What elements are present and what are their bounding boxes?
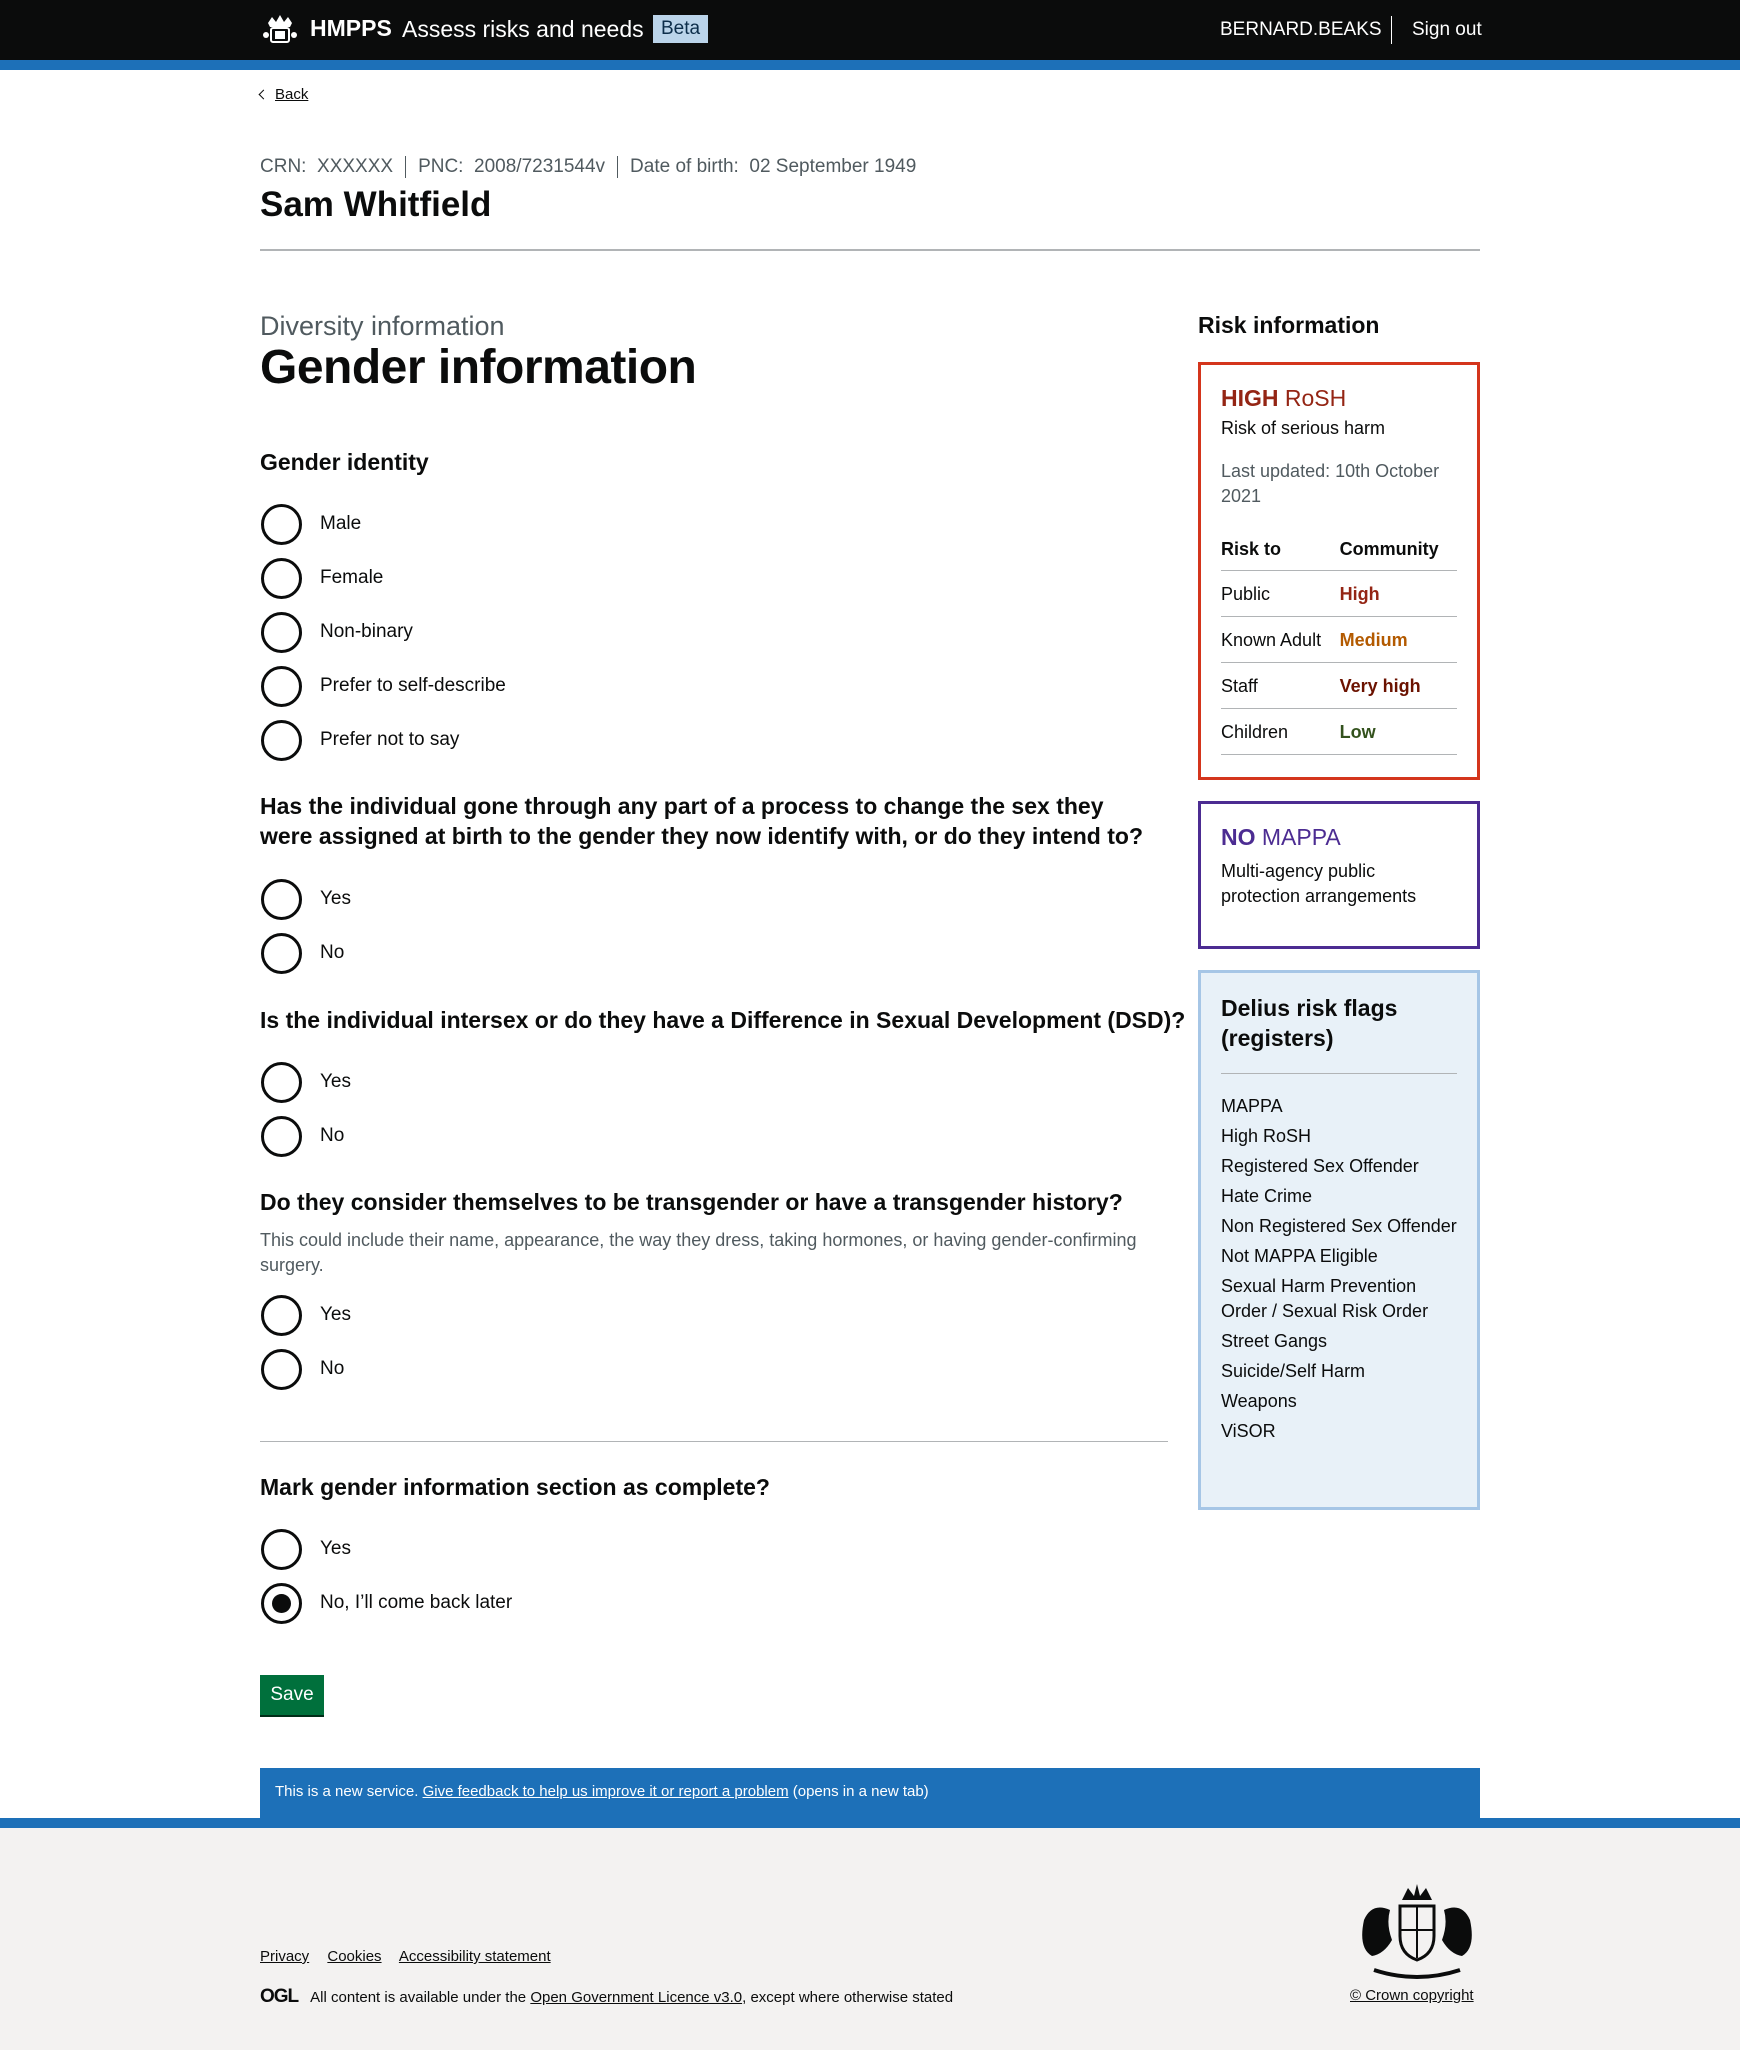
table-row: Staff Very high: [1221, 662, 1457, 709]
pnc: PNC: 2008/7231544v: [418, 156, 619, 178]
username: BERNARD.BEAKS: [1220, 19, 1382, 40]
list-item: Street Gangs: [1221, 1331, 1328, 1351]
licence-text: OGL All content is available under the O…: [260, 1986, 954, 2007]
radio-process-yes[interactable]: Yes: [261, 878, 351, 920]
radio-circle[interactable]: [261, 557, 302, 599]
phase-tag: Beta: [653, 15, 709, 43]
rosh-table: Risk to Community Public High Known Adult…: [1221, 527, 1457, 755]
footer-link-privacy[interactable]: Privacy: [260, 1948, 309, 1965]
radio-circle[interactable]: [261, 878, 302, 920]
copyright-link[interactable]: © Crown copyright: [1350, 1987, 1474, 2004]
radio-intersex-no[interactable]: No: [261, 1115, 344, 1157]
radio-circle[interactable]: [261, 932, 302, 974]
question-transgender-hint: This could include their name, appearanc…: [260, 1230, 1137, 1275]
table-row: Known Adult Medium: [1221, 616, 1457, 663]
ogl-logo-icon: OGL: [260, 1986, 299, 2007]
site-header: HMPPS Assess risks and needs Beta BERNAR…: [0, 0, 1740, 70]
copyright: © Crown copyright: [1350, 1987, 1474, 2004]
feedback-banner: This is a new service. Give feedback to …: [260, 1768, 1480, 1818]
sign-out-link[interactable]: Sign out: [1412, 19, 1482, 41]
delius-risk-flags-panel: Delius risk flags (registers) MAPPA High…: [1198, 970, 1480, 1510]
rosh-panel: HIGH RoSH Risk of serious harm Last upda…: [1198, 362, 1480, 780]
list-item: ViSOR: [1221, 1421, 1276, 1441]
save-button[interactable]: Save: [260, 1675, 324, 1715]
footer-links: Privacy Cookies Accessibility statement: [260, 1948, 565, 1965]
list-item: High RoSH: [1221, 1126, 1312, 1146]
rosh-last-updated: Last updated: 10th October 2021: [1221, 461, 1440, 506]
page-title: Gender information: [260, 341, 697, 394]
radio-intersex-yes[interactable]: Yes: [261, 1061, 351, 1103]
radio-circle-selected[interactable]: [261, 1582, 302, 1624]
flags-title: Delius risk flags (registers): [1221, 993, 1457, 1074]
radio-female[interactable]: Female: [261, 557, 383, 599]
radio-process-no[interactable]: No: [261, 932, 344, 974]
flags-list: MAPPA High RoSH Registered Sex Offender …: [1221, 1094, 1457, 1444]
radio-circle[interactable]: [261, 1348, 302, 1390]
list-item: Suicide/Self Harm: [1221, 1361, 1366, 1381]
licence-link[interactable]: Open Government Licence v3.0: [530, 1989, 742, 2006]
mappa-title: NO MAPPA: [1221, 824, 1341, 850]
question-gender-identity: Gender identity: [260, 449, 429, 475]
radio-complete-later[interactable]: No, I’ll come back later: [261, 1582, 512, 1624]
risk-information-heading: Risk information: [1198, 312, 1380, 338]
radio-circle[interactable]: [261, 1061, 302, 1103]
column-header-risk-to: Risk to: [1221, 527, 1340, 571]
date-of-birth: Date of birth: 02 September 1949: [630, 156, 917, 177]
section-divider: [260, 1441, 1168, 1442]
crn: CRN: XXXXXX: [260, 156, 407, 178]
question-mark-complete: Mark gender information section as compl…: [260, 1474, 770, 1500]
radio-circle[interactable]: [261, 1115, 302, 1157]
mappa-subtitle: Multi-agency public protection arrangeme…: [1221, 861, 1417, 906]
footer-link-cookies[interactable]: Cookies: [327, 1948, 381, 1965]
brand-name[interactable]: HMPPS: [310, 15, 392, 42]
radio-circle[interactable]: [261, 1294, 302, 1336]
feedback-link[interactable]: Give feedback to help us improve it or r…: [423, 1783, 789, 1800]
site-footer: Privacy Cookies Accessibility statement …: [0, 1818, 1740, 2050]
radio-transgender-no[interactable]: No: [261, 1348, 344, 1390]
radio-circle[interactable]: [261, 665, 302, 707]
radio-prefer-not-say[interactable]: Prefer not to say: [261, 719, 459, 761]
list-item: Non Registered Sex Offender: [1221, 1216, 1457, 1236]
rosh-subtitle: Risk of serious harm: [1221, 418, 1386, 438]
radio-circle[interactable]: [261, 611, 302, 653]
header-divider: [1391, 16, 1392, 44]
list-item: MAPPA: [1221, 1096, 1283, 1116]
footer-link-accessibility[interactable]: Accessibility statement: [399, 1948, 551, 1965]
radio-male[interactable]: Male: [261, 503, 361, 545]
service-name[interactable]: Assess risks and needs: [402, 16, 644, 43]
table-row: Children Low: [1221, 708, 1457, 755]
list-item: Sexual Harm Prevention Order / Sexual Ri…: [1221, 1276, 1429, 1321]
royal-coat-of-arms-icon: [1362, 1884, 1472, 1979]
list-item: Hate Crime: [1221, 1186, 1313, 1206]
radio-complete-yes[interactable]: Yes: [261, 1528, 351, 1570]
radio-self-describe[interactable]: Prefer to self-describe: [261, 665, 506, 707]
radio-non-binary[interactable]: Non-binary: [261, 611, 413, 653]
radio-circle[interactable]: [261, 719, 302, 761]
column-header-community: Community: [1339, 527, 1457, 571]
radio-circle[interactable]: [261, 1528, 302, 1570]
table-row: Public High: [1221, 570, 1457, 617]
divider: [260, 249, 1480, 251]
list-item: Registered Sex Offender: [1221, 1156, 1419, 1176]
radio-circle[interactable]: [261, 503, 302, 545]
chevron-left-icon: [258, 89, 269, 100]
mappa-panel: NO MAPPA Multi-agency public protection …: [1198, 801, 1480, 949]
radio-transgender-yes[interactable]: Yes: [261, 1294, 351, 1336]
question-intersex: Is the individual intersex or do they ha…: [260, 1007, 1186, 1033]
list-item: Not MAPPA Eligible: [1221, 1246, 1378, 1266]
list-item: Weapons: [1221, 1391, 1297, 1411]
person-name: Sam Whitfield: [260, 185, 492, 224]
crown-crest-icon: [263, 15, 297, 43]
back-link-label: Back: [275, 86, 309, 103]
question-gender-process: Has the individual gone through any part…: [260, 793, 1143, 849]
question-transgender: Do they consider themselves to be transg…: [260, 1189, 1123, 1215]
back-link[interactable]: Back: [258, 86, 309, 103]
person-summary: CRN: XXXXXX PNC: 2008/7231544v Date of b…: [260, 156, 940, 178]
page-caption: Diversity information: [260, 311, 505, 341]
rosh-title: HIGH RoSH: [1221, 385, 1347, 411]
